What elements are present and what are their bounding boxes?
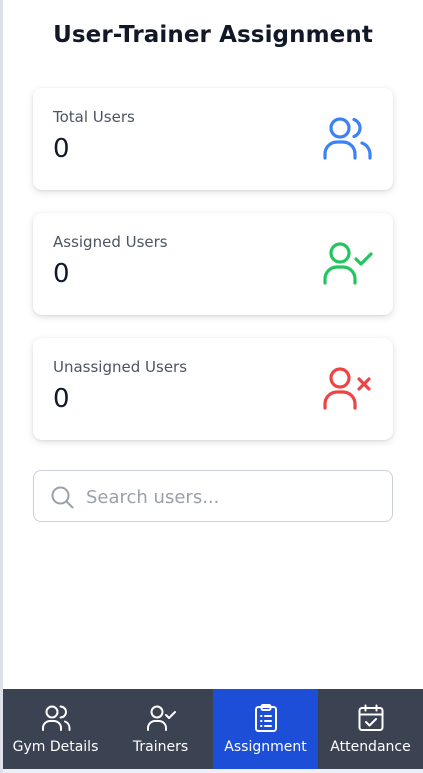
- nav-label: Assignment: [224, 739, 307, 755]
- stat-card-assigned-users: Assigned Users 0: [33, 213, 393, 315]
- nav-label: Trainers: [132, 739, 189, 755]
- user-check-icon: [323, 242, 373, 285]
- bottom-navigation: Gym Details Trainers Assignment Attendan…: [3, 689, 423, 769]
- users-icon: [323, 117, 372, 160]
- stat-card-total-users: Total Users 0: [33, 88, 393, 190]
- nav-item-trainers[interactable]: Trainers: [108, 689, 213, 769]
- nav-item-assignment[interactable]: Assignment: [213, 689, 318, 769]
- nav-item-attendance[interactable]: Attendance: [318, 689, 423, 769]
- app-screen: User-Trainer Assignment Total Users 0 As…: [0, 0, 423, 773]
- stat-label: Unassigned Users: [53, 358, 188, 376]
- search-icon: [51, 486, 74, 509]
- stat-value: 0: [53, 384, 70, 414]
- search-input[interactable]: [84, 481, 378, 513]
- nav-label: Attendance: [330, 739, 411, 755]
- bottom-strip: [3, 769, 423, 773]
- stat-label: Assigned Users: [53, 233, 168, 251]
- users-icon: [41, 705, 70, 731]
- calendar-check-icon: [358, 704, 383, 731]
- user-check-icon: [146, 705, 176, 731]
- nav-label: Gym Details: [12, 739, 99, 755]
- search-box[interactable]: [33, 470, 393, 522]
- nav-item-gym-details[interactable]: Gym Details: [3, 689, 108, 769]
- page-title: User-Trainer Assignment: [53, 22, 373, 48]
- stat-value: 0: [53, 259, 70, 289]
- stat-card-unassigned-users: Unassigned Users 0: [33, 338, 393, 440]
- user-x-icon: [323, 367, 371, 410]
- clipboard-list-icon: [254, 704, 277, 732]
- stat-value: 0: [53, 134, 70, 164]
- stat-label: Total Users: [53, 108, 135, 126]
